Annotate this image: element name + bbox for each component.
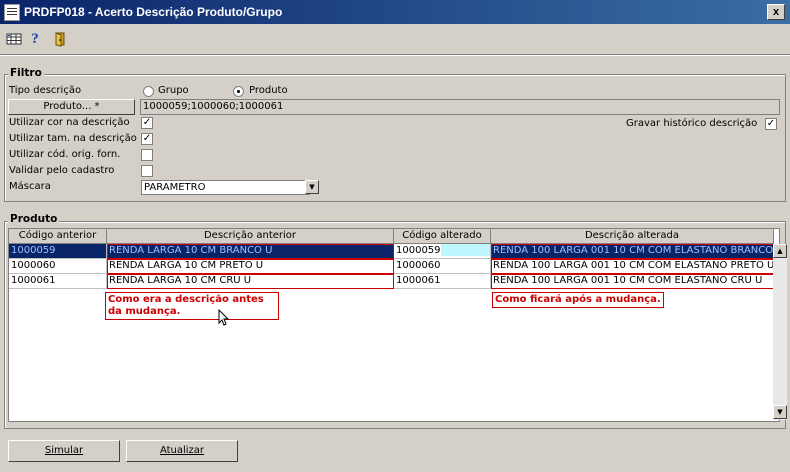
table-cell[interactable]: RENDA 100 LARGA 001 10 CM COM ELASTANO C… <box>491 274 774 289</box>
radio-grupo-label: Grupo <box>158 85 189 96</box>
col-codigo-alterado[interactable]: Código alterado <box>394 229 491 244</box>
close-button[interactable]: x <box>767 4 785 20</box>
table-cell[interactable]: RENDA 100 LARGA 001 10 CM COM ELASTANO P… <box>491 259 774 274</box>
validar-cadastro-checkbox[interactable] <box>141 165 153 177</box>
gravar-historico-label: Gravar histórico descrição <box>626 118 758 129</box>
col-descricao-anterior[interactable]: Descrição anterior <box>107 229 394 244</box>
mascara-label: Máscara <box>9 181 51 192</box>
toolbar-divider-light <box>0 55 790 56</box>
table-cell[interactable]: RENDA LARGA 10 CM BRANCO U <box>107 244 394 259</box>
col-codigo-anterior[interactable]: Código anterior <box>9 229 107 244</box>
codigo-edit[interactable]: 1000059 <box>396 245 441 256</box>
validar-cadastro-label: Validar pelo cadastro <box>9 165 115 176</box>
grid-icon[interactable] <box>6 31 22 47</box>
table-cell[interactable]: 1000061 <box>9 274 107 289</box>
utilizar-tam-checkbox[interactable]: ✓ <box>141 133 153 145</box>
mascara-dropdown-icon[interactable]: ▼ <box>305 180 319 194</box>
produto-legend: Produto <box>8 213 60 225</box>
tipo-descricao-label: Tipo descrição <box>9 85 82 96</box>
produto-lookup-button[interactable]: Produto... * <box>8 99 135 115</box>
exit-door-icon[interactable] <box>52 31 68 47</box>
utilizar-cod-label: Utilizar cód. orig. forn. <box>9 149 121 160</box>
col-descricao-alterada[interactable]: Descrição alterada <box>491 229 774 244</box>
utilizar-cod-checkbox[interactable] <box>141 149 153 161</box>
utilizar-tam-label: Utilizar tam. na descrição <box>9 133 137 144</box>
radio-produto-label: Produto <box>249 85 288 96</box>
filtro-legend: Filtro <box>8 67 44 79</box>
vertical-scrollbar[interactable] <box>773 244 787 420</box>
table-cell[interactable]: 1000059 <box>394 244 491 259</box>
annotation-left: Como era a descrição antes da mudança. <box>105 292 279 320</box>
utilizar-cor-checkbox[interactable]: ✓ <box>141 117 153 129</box>
simular-button[interactable]: Simular <box>8 440 120 462</box>
utilizar-cor-label: Utilizar cor na descrição <box>9 117 130 128</box>
app-icon <box>4 4 20 21</box>
radio-grupo[interactable] <box>143 86 154 97</box>
scroll-up-icon[interactable]: ▲ <box>773 244 787 258</box>
table-cell[interactable]: RENDA 100 LARGA 001 10 CM COM ELASTANO B… <box>491 244 774 259</box>
atualizar-label: Atualizar <box>159 445 205 456</box>
table-cell[interactable]: 1000059 <box>9 244 107 259</box>
scroll-down-icon[interactable]: ▼ <box>773 405 787 419</box>
annotation-right: Como ficará após a mudança. <box>492 292 664 308</box>
gravar-historico-checkbox[interactable]: ✓ <box>765 118 777 130</box>
help-icon[interactable]: ? <box>27 31 43 47</box>
produto-table: Código anterior Descrição anterior Códig… <box>8 228 787 422</box>
table-cell[interactable]: 1000060 <box>394 259 491 274</box>
mouse-cursor-icon <box>218 308 230 327</box>
table-cell[interactable]: RENDA LARGA 10 CM PRETO U <box>107 259 394 274</box>
atualizar-button[interactable]: Atualizar <box>126 440 238 462</box>
table-cell[interactable]: RENDA LARGA 10 CM CRU U <box>107 274 394 289</box>
window-title: PRDFP018 - Acerto Descrição Produto/Grup… <box>24 5 283 19</box>
mascara-select[interactable]: PARAMETRO <box>141 180 310 195</box>
produto-codes-field[interactable]: 1000059;1000060;1000061 <box>140 99 780 115</box>
table-cell[interactable]: 1000061 <box>394 274 491 289</box>
simular-label: Simular <box>44 445 84 456</box>
table-cell[interactable]: 1000060 <box>9 259 107 274</box>
radio-produto[interactable] <box>233 86 244 97</box>
